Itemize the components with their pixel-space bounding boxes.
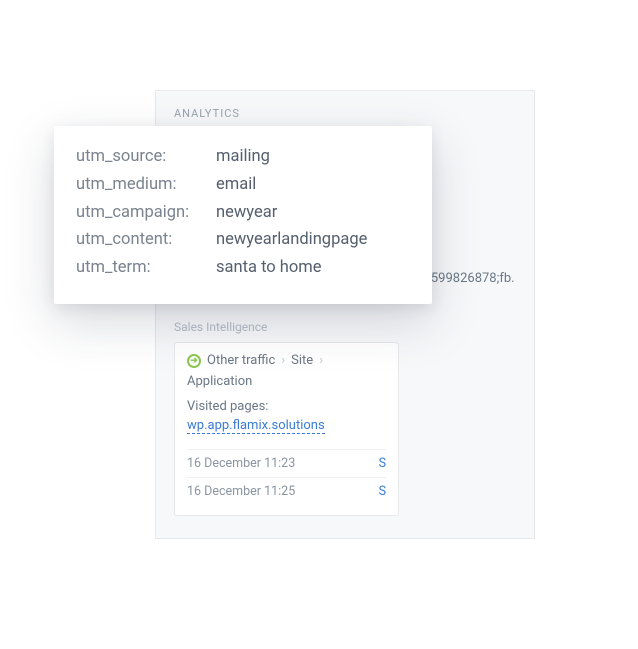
panel-title: ANALYTICS: [174, 107, 516, 120]
breadcrumb-item-2: Site: [291, 353, 313, 368]
utm-value: email: [216, 173, 256, 198]
breadcrumb-item-1: Other traffic: [207, 353, 275, 368]
visit-row: 16 December 11:23 S: [187, 449, 386, 477]
utm-key: utm_term:: [76, 256, 216, 281]
utm-value: mailing: [216, 145, 270, 170]
utm-value: newyear: [216, 201, 277, 226]
utm-row: utm_medium: email: [76, 173, 410, 198]
visited-pages-label: Visited pages:: [187, 399, 386, 414]
utm-overlay-card: utm_source: mailing utm_medium: email ut…: [54, 126, 432, 304]
utm-row: utm_source: mailing: [76, 145, 410, 170]
utm-value: newyearlandingpage: [216, 228, 367, 253]
section-label: Sales Intelligence: [174, 320, 516, 334]
utm-key: utm_source:: [76, 145, 216, 170]
sales-intelligence-card: ➔ Other traffic › Site › Application Vis…: [174, 342, 399, 516]
visit-tag: S: [379, 456, 386, 471]
breadcrumb: ➔ Other traffic › Site › Application: [187, 353, 386, 389]
visit-tag: S: [379, 484, 386, 499]
visit-time: 16 December 11:25: [187, 484, 295, 499]
utm-row: utm_term: santa to home: [76, 256, 410, 281]
visit-time: 16 December 11:23: [187, 456, 295, 471]
utm-key: utm_content:: [76, 228, 216, 253]
visits-list: 16 December 11:23 S 16 December 11:25 S: [187, 449, 386, 505]
utm-key: utm_medium:: [76, 173, 216, 198]
source-icon: ➔: [187, 354, 201, 368]
visit-row: 16 December 11:25 S: [187, 477, 386, 505]
breadcrumb-item-3: Application: [187, 374, 252, 389]
utm-row: utm_campaign: newyear: [76, 201, 410, 226]
utm-key: utm_campaign:: [76, 201, 216, 226]
utm-value: santa to home: [216, 256, 322, 281]
utm-row: utm_content: newyearlandingpage: [76, 228, 410, 253]
chevron-right-icon: ›: [281, 353, 285, 368]
chevron-right-icon: ›: [319, 353, 323, 368]
visited-page-link[interactable]: wp.app.flamix.solutions: [187, 418, 325, 434]
